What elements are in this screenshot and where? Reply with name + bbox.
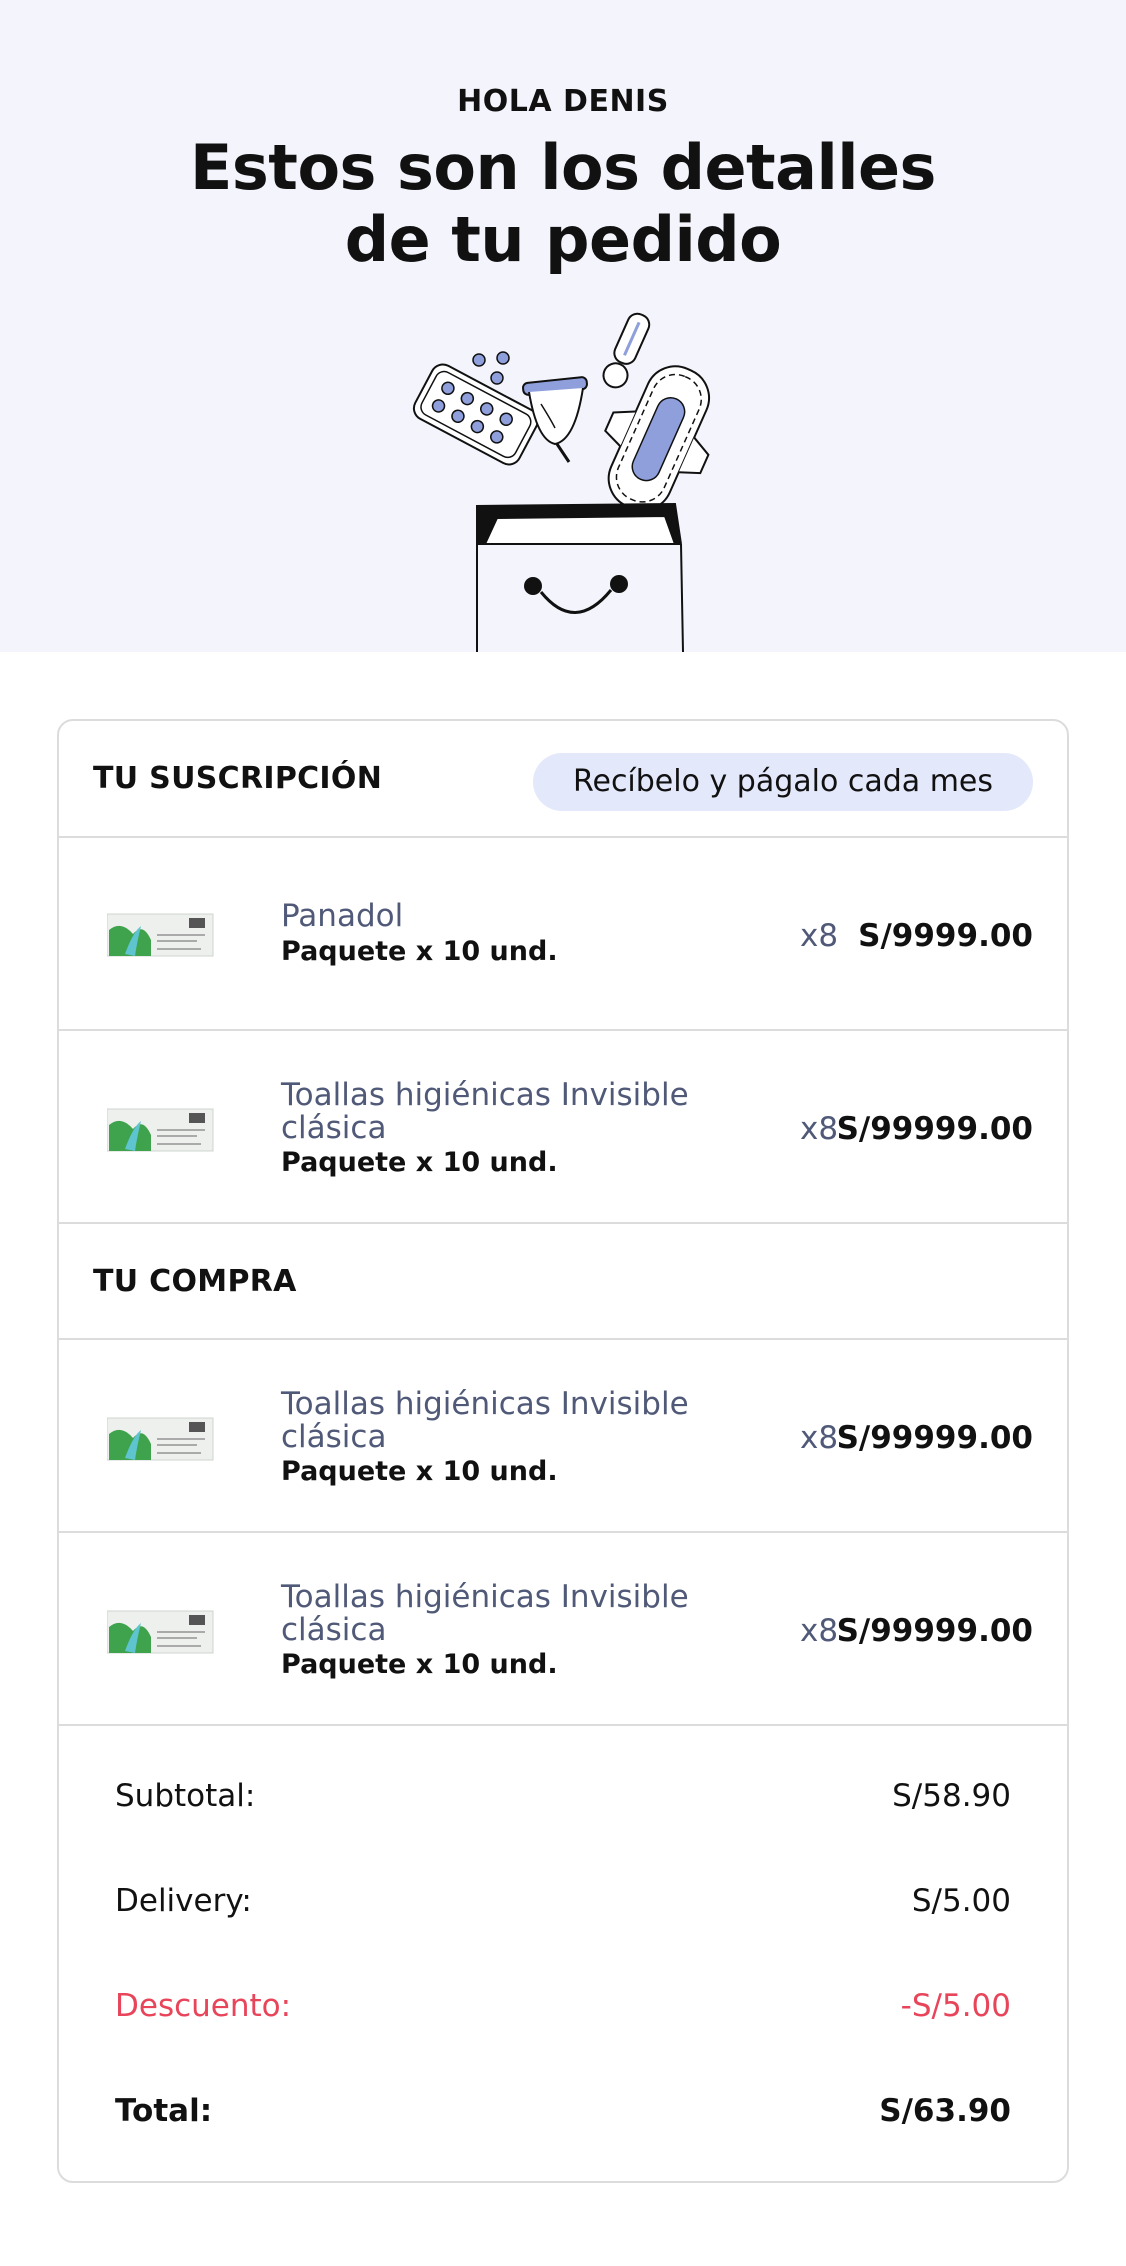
product-name: Toallas higiénicas Invisible clásica: [281, 1388, 701, 1454]
product-pack-size: Paquete x 10 und.: [281, 936, 558, 967]
delivery-value: S/5.00: [911, 1883, 1011, 1919]
tampon-icon: [602, 312, 651, 389]
shopping-bag-illustration: [412, 312, 710, 652]
product-name: Toallas higiénicas Invisible clásica: [281, 1581, 701, 1647]
page-title-line-2: de tu pedido: [344, 203, 782, 276]
product-image: [107, 1417, 214, 1461]
list-item[interactable]: Toallas higiénicas Invisible clásica Paq…: [59, 1031, 1067, 1224]
order-details-card: TU SUSCRIPCIÓN Recíbelo y págalo cada me…: [57, 719, 1069, 2183]
pill-icon: [472, 353, 486, 367]
product-quantity: x8: [800, 918, 839, 954]
list-item[interactable]: Toallas higiénicas Invisible clásica Paq…: [59, 1340, 1067, 1533]
product-name: Panadol: [281, 898, 404, 934]
subscription-header: TU SUSCRIPCIÓN Recíbelo y págalo cada me…: [59, 721, 1067, 838]
discount-value: -S/5.00: [900, 1988, 1011, 2024]
shopping-bag-icon: [476, 502, 684, 652]
subscription-title: TU SUSCRIPCIÓN: [93, 761, 383, 796]
product-name-line-1: Toallas higiénicas Invisible: [281, 1077, 689, 1113]
product-image: [107, 1108, 214, 1152]
product-price: S/9999.00: [858, 918, 1033, 954]
product-price: S/99999.00: [836, 1420, 1033, 1456]
product-name-line-2: clásica: [281, 1612, 387, 1648]
greeting: HOLA DENIS: [457, 84, 669, 119]
product-quantity: x8: [800, 1420, 839, 1456]
product-name-line-2: clásica: [281, 1110, 387, 1146]
purchase-title: TU COMPRA: [93, 1264, 297, 1299]
page-title-line-1: Estos son los detalles: [190, 131, 936, 204]
pill-icon: [490, 371, 504, 385]
subscription-badge: Recíbelo y págalo cada mes: [533, 753, 1033, 811]
product-name-line-1: Toallas higiénicas Invisible: [281, 1386, 689, 1422]
product-price: S/99999.00: [836, 1613, 1033, 1649]
list-item[interactable]: Panadol Paquete x 10 und. x8 S/9999.00: [59, 838, 1067, 1031]
product-name: Toallas higiénicas Invisible clásica: [281, 1079, 701, 1145]
product-quantity: x8: [800, 1111, 839, 1147]
list-item[interactable]: Toallas higiénicas Invisible clásica Paq…: [59, 1533, 1067, 1726]
purchase-header: TU COMPRA: [59, 1224, 1067, 1340]
delivery-label: Delivery:: [115, 1883, 252, 1919]
product-name-line-2: clásica: [281, 1419, 387, 1455]
hero-header: HOLA DENIS Estos son los detalles de tu …: [0, 0, 1126, 652]
pill-blister-icon: [412, 363, 539, 466]
product-name-line-1: Toallas higiénicas Invisible: [281, 1579, 689, 1615]
product-pack-size: Paquete x 10 und.: [281, 1649, 558, 1680]
product-quantity: x8: [800, 1613, 839, 1649]
total-value: S/63.90: [879, 2093, 1011, 2129]
subtotal-label: Subtotal:: [115, 1778, 256, 1814]
product-pack-size: Paquete x 10 und.: [281, 1456, 558, 1487]
product-pack-size: Paquete x 10 und.: [281, 1147, 558, 1178]
discount-label: Descuento:: [115, 1988, 292, 2024]
total-label: Total:: [115, 2093, 213, 2129]
product-image: [107, 1610, 214, 1654]
page-title: Estos son los detalles de tu pedido: [0, 132, 1126, 276]
sanitary-pad-icon: [604, 365, 710, 512]
product-image: [107, 913, 214, 957]
pill-icon: [496, 351, 510, 365]
subtotal-value: S/58.90: [892, 1778, 1011, 1814]
product-price: S/99999.00: [836, 1111, 1033, 1147]
